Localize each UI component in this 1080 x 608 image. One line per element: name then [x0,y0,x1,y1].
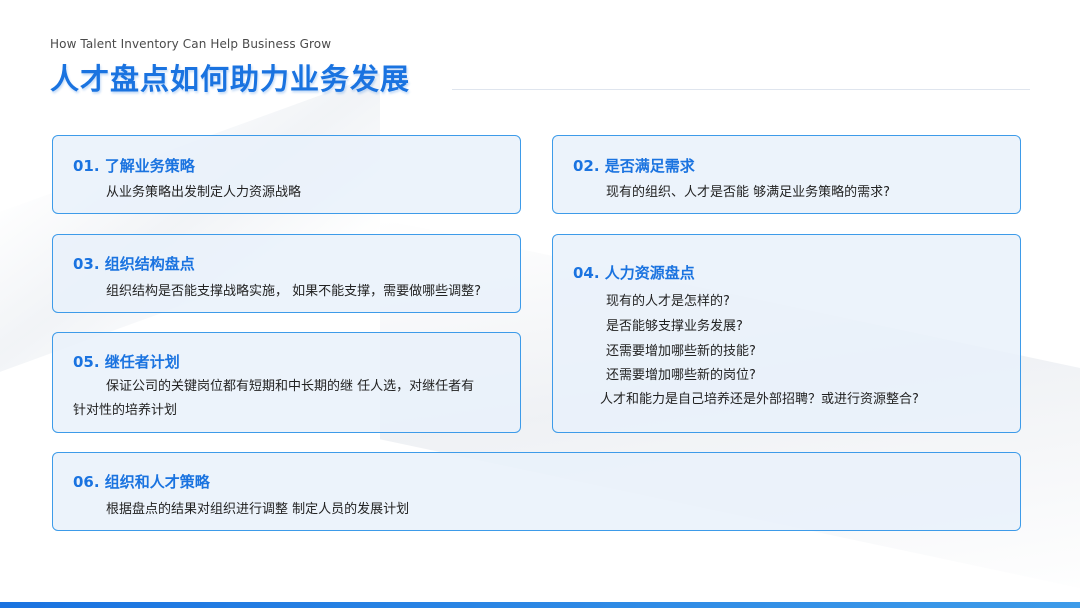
card-text: 针对性的培养计划 [73,403,178,418]
card-text: 从业务策略出发制定人力资源战略 [106,185,302,200]
card-text: 还需要增加哪些新的岗位? [606,368,756,383]
card-04-hr-inventory: 04. 人力资源盘点 现有的人才是怎样的? 是否能够支撑业务发展? 还需要增加哪… [552,234,1021,433]
card-text: 现有的组织、人才是否能 够满足业务策略的需求? [606,185,891,200]
card-text: 人才和能力是自己培养还是外部招聘？或进行资源整合? [600,392,919,407]
card-text: 是否能够支撑业务发展? [606,319,743,334]
page-subtitle: How Talent Inventory Can Help Business G… [50,37,332,51]
card-title: 03. 组织结构盘点 [73,255,195,273]
card-text: 现有的人才是怎样的? [606,294,730,309]
card-text: 根据盘点的结果对组织进行调整 制定人员的发展计划 [106,502,410,517]
card-title: 01. 了解业务策略 [73,157,195,175]
card-title: 02. 是否满足需求 [573,157,695,175]
card-01-understand-strategy: 01. 了解业务策略 从业务策略出发制定人力资源战略 [52,135,521,214]
card-02-meet-demand: 02. 是否满足需求 现有的组织、人才是否能 够满足业务策略的需求? [552,135,1021,214]
card-title: 05. 继任者计划 [73,353,180,371]
card-text: 保证公司的关键岗位都有短期和中长期的继 任人选，对继任者有 [106,379,475,394]
card-text: 还需要增加哪些新的技能? [606,344,756,359]
card-text: 组织结构是否能支撑战略实施， 如果不能支撑，需要做哪些调整? [106,284,482,299]
card-05-succession-plan: 05. 继任者计划 保证公司的关键岗位都有短期和中长期的继 任人选，对继任者有 … [52,332,521,433]
bottom-accent-bar [0,602,1080,608]
title-divider [452,89,1030,90]
card-title: 04. 人力资源盘点 [573,264,695,282]
card-03-org-structure: 03. 组织结构盘点 组织结构是否能支撑战略实施， 如果不能支撑，需要做哪些调整… [52,234,521,313]
card-06-org-talent-strategy: 06. 组织和人才策略 根据盘点的结果对组织进行调整 制定人员的发展计划 [52,452,1021,531]
card-title: 06. 组织和人才策略 [73,473,210,491]
page-title: 人才盘点如何助力业务发展 [50,62,411,96]
